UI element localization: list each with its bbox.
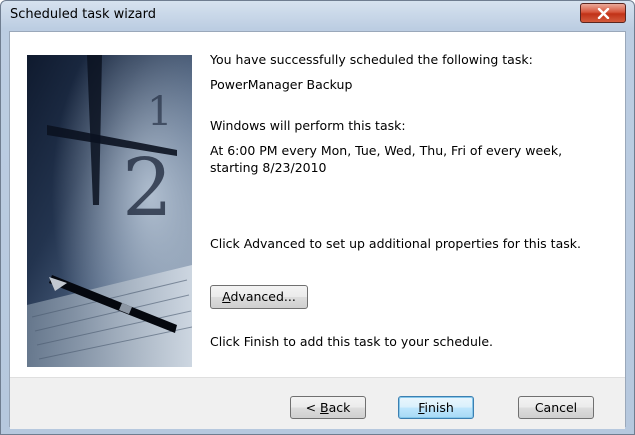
finish-button[interactable]: Finish xyxy=(398,396,474,419)
cancel-button[interactable]: Cancel xyxy=(518,396,594,419)
back-button[interactable]: < Back xyxy=(290,396,366,419)
perform-label: Windows will perform this task: xyxy=(210,118,406,133)
client-area: 2 1 You have successfully scheduled the … xyxy=(9,31,626,429)
close-icon xyxy=(597,8,610,19)
title-bar[interactable]: Scheduled task wizard xyxy=(1,1,634,31)
advanced-hint: Click Advanced to set up additional prop… xyxy=(210,236,581,251)
finish-hint: Click Finish to add this task to your sc… xyxy=(210,334,494,349)
button-bar: < Back Finish Cancel xyxy=(10,377,625,429)
advanced-button[interactable]: Advanced... xyxy=(210,285,308,309)
window-title: Scheduled task wizard xyxy=(10,7,157,22)
success-message: You have successfully scheduled the foll… xyxy=(210,52,533,67)
clock-and-pen-image: 2 1 xyxy=(27,55,192,367)
wizard-window: Scheduled task wizard 2 1 You have succe… xyxy=(0,0,635,435)
svg-text:1: 1 xyxy=(147,89,172,135)
task-name: PowerManager Backup xyxy=(210,77,353,92)
svg-text:2: 2 xyxy=(122,141,173,234)
schedule-description: At 6:00 PM every Mon, Tue, Wed, Thu, Fri… xyxy=(210,143,563,158)
close-button[interactable] xyxy=(580,3,626,23)
wizard-content: 2 1 You have successfully scheduled the … xyxy=(10,32,625,377)
schedule-start-date: starting 8/23/2010 xyxy=(210,160,327,175)
